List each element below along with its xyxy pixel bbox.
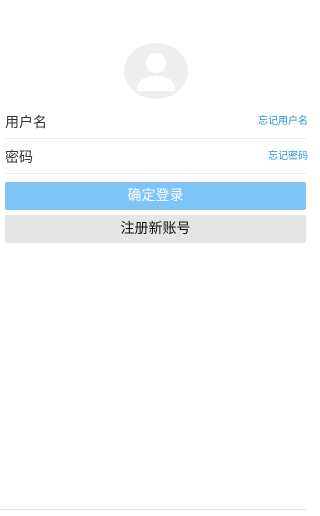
user-avatar-icon: [137, 53, 175, 91]
login-button[interactable]: 确定登录: [5, 182, 306, 210]
password-input[interactable]: [51, 147, 241, 169]
password-row: 密码 忘记密码: [5, 143, 308, 174]
forgot-password-link[interactable]: 忘记密码: [268, 151, 308, 163]
forgot-username-link[interactable]: 忘记用户名: [258, 116, 308, 128]
username-input[interactable]: [51, 112, 241, 134]
username-row: 用户名 忘记用户名: [5, 108, 308, 139]
avatar-placeholder: [124, 43, 188, 99]
register-button[interactable]: 注册新账号: [5, 215, 306, 243]
divider: [0, 509, 306, 510]
username-label: 用户名: [5, 115, 47, 131]
password-label: 密码: [5, 150, 33, 166]
